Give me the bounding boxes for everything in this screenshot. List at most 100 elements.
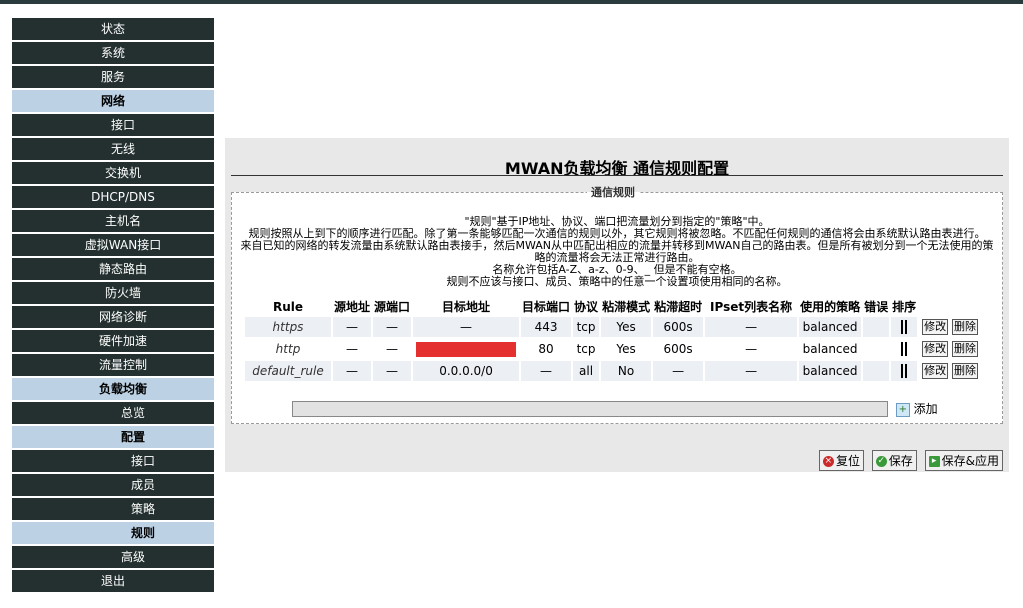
rules-table: Rule 源地址 源端口 目标地址 目标端口 协议 粘滞模式 粘滞超时 IPse… xyxy=(243,296,983,383)
section-description: "规则"基于IP地址、协议、端口把流量划分到指定的"策略"中。 规则按照从上到下… xyxy=(237,216,997,288)
cell-error xyxy=(863,317,890,337)
table-row: default_rule — — 0.0.0.0/0 — all No — — … xyxy=(245,361,981,381)
add-rule-row: + 添加 xyxy=(292,400,938,417)
reset-button[interactable]: × 复位 xyxy=(818,450,864,471)
top-bar xyxy=(0,0,1023,4)
rule-name: http xyxy=(245,339,331,359)
add-icon: + xyxy=(895,402,910,417)
col-sort: 排序 xyxy=(891,298,918,315)
cell-dest xyxy=(413,339,520,359)
nav-status[interactable]: 状态 xyxy=(12,18,214,40)
section-legend: 通信规则 xyxy=(591,186,635,199)
cell-timeout: — xyxy=(653,361,704,381)
nav-services[interactable]: 服务 xyxy=(12,66,214,88)
cell-dport: 443 xyxy=(521,317,572,337)
cell-error xyxy=(863,339,890,359)
sort-handle[interactable] xyxy=(891,339,918,359)
col-proto: 协议 xyxy=(573,298,600,315)
cell-proto: tcp xyxy=(573,339,600,359)
save-button[interactable]: ✓ 保存 xyxy=(871,450,917,471)
apply-icon: ▸ xyxy=(928,456,940,467)
col-sticky: 粘滞模式 xyxy=(601,298,652,315)
col-dest: 目标地址 xyxy=(413,298,520,315)
nav-qos[interactable]: 流量控制 xyxy=(12,354,214,376)
rule-name: default_rule xyxy=(245,361,331,381)
rules-section: 通信规则 "规则"基于IP地址、协议、端口把流量划分到指定的"策略"中。 规则按… xyxy=(231,184,1003,424)
nav-advanced[interactable]: 高级 xyxy=(12,546,214,568)
nav-configuration[interactable]: 配置 xyxy=(12,426,214,448)
cell-ipset: — xyxy=(705,339,798,359)
sort-handle[interactable] xyxy=(891,361,918,381)
nav-hostnames[interactable]: 主机名 xyxy=(12,210,214,232)
nav-logout[interactable]: 退出 xyxy=(12,570,214,592)
save-apply-button[interactable]: ▸ 保存&应用 xyxy=(924,450,1003,471)
edit-button[interactable]: 修改 xyxy=(922,363,949,379)
reset-label: 复位 xyxy=(835,454,860,468)
delete-button[interactable]: 删除 xyxy=(951,363,978,379)
save-apply-label: 保存&应用 xyxy=(941,454,999,468)
nav-dhcp-dns[interactable]: DHCP/DNS xyxy=(12,186,214,208)
nav-wireless[interactable]: 无线 xyxy=(12,138,214,160)
table-header-row: Rule 源地址 源端口 目标地址 目标端口 协议 粘滞模式 粘滞超时 IPse… xyxy=(245,298,981,315)
edit-button[interactable]: 修改 xyxy=(922,341,949,357)
col-error: 错误 xyxy=(863,298,890,315)
row-actions: 修改 删除 xyxy=(919,339,981,359)
cell-policy: balanced xyxy=(799,361,862,381)
description-line: 来自已知的网络的转发流量由系统默认路由表接手，然后MWAN从中匹配出相应的流量并… xyxy=(240,239,994,264)
nav-cfg-interfaces[interactable]: 接口 xyxy=(12,450,214,472)
cell-timeout: 600s xyxy=(653,339,704,359)
edit-button[interactable]: 修改 xyxy=(922,319,949,335)
sidebar-nav: 状态 系统 服务 网络 接口 无线 交换机 DHCP/DNS 主机名 虚拟WAN… xyxy=(12,18,214,594)
nav-firewall[interactable]: 防火墙 xyxy=(12,282,214,304)
reset-icon: × xyxy=(822,456,834,467)
cell-ipset: — xyxy=(705,361,798,381)
cell-dport: 80 xyxy=(521,339,572,359)
delete-button[interactable]: 删除 xyxy=(951,341,978,357)
row-actions: 修改 删除 xyxy=(919,317,981,337)
cell-sport: — xyxy=(373,317,412,337)
nav-switch[interactable]: 交换机 xyxy=(12,162,214,184)
save-label: 保存 xyxy=(888,454,913,468)
cell-sport: — xyxy=(373,361,412,381)
cell-policy: balanced xyxy=(799,339,862,359)
col-src: 源地址 xyxy=(333,298,372,315)
col-actions xyxy=(919,298,981,315)
table-row: https — — — 443 tcp Yes 600s — balanced … xyxy=(245,317,981,337)
cell-proto: tcp xyxy=(573,317,600,337)
cell-dport: — xyxy=(521,361,572,381)
nav-static-routes[interactable]: 静态路由 xyxy=(12,258,214,280)
table-row: http — — 80 tcp Yes 600s — balanced 修改 删… xyxy=(245,339,981,359)
cell-sport: — xyxy=(373,339,412,359)
cell-dest: 0.0.0.0/0 xyxy=(413,361,520,381)
nav-load-balancing[interactable]: 负载均衡 xyxy=(12,378,214,400)
description-line: 规则不应该与接口、成员、策略中的任意一个设置项使用相同的名称。 xyxy=(446,275,788,288)
cell-src: — xyxy=(333,317,372,337)
delete-button[interactable]: 删除 xyxy=(951,319,978,335)
new-rule-name-input[interactable] xyxy=(292,400,888,417)
rule-name: https xyxy=(245,317,331,337)
nav-cfg-policies[interactable]: 策略 xyxy=(12,498,214,520)
sort-handle[interactable] xyxy=(891,317,918,337)
col-ipset: IPset列表名称 xyxy=(705,298,798,315)
title-divider xyxy=(231,175,1003,176)
col-sport: 源端口 xyxy=(373,298,412,315)
cell-sticky: Yes xyxy=(601,339,652,359)
nav-virtual-wan[interactable]: 虚拟WAN接口 xyxy=(12,234,214,256)
cell-src: — xyxy=(333,339,372,359)
nav-overview[interactable]: 总览 xyxy=(12,402,214,424)
nav-interfaces[interactable]: 接口 xyxy=(12,114,214,136)
nav-hw-accel[interactable]: 硬件加速 xyxy=(12,330,214,352)
col-rule: Rule xyxy=(245,298,331,315)
nav-system[interactable]: 系统 xyxy=(12,42,214,64)
redacted-block xyxy=(416,341,517,357)
cell-src: — xyxy=(333,361,372,381)
nav-diagnostics[interactable]: 网络诊断 xyxy=(12,306,214,328)
form-actions: × 复位 ✓ 保存 ▸ 保存&应用 xyxy=(815,450,1003,471)
nav-cfg-members[interactable]: 成员 xyxy=(12,474,214,496)
row-actions: 修改 删除 xyxy=(919,361,981,381)
nav-cfg-rules[interactable]: 规则 xyxy=(12,522,214,544)
cell-sticky: Yes xyxy=(601,317,652,337)
col-dport: 目标端口 xyxy=(521,298,572,315)
add-button[interactable]: + 添加 xyxy=(895,400,938,417)
nav-network[interactable]: 网络 xyxy=(12,90,214,112)
